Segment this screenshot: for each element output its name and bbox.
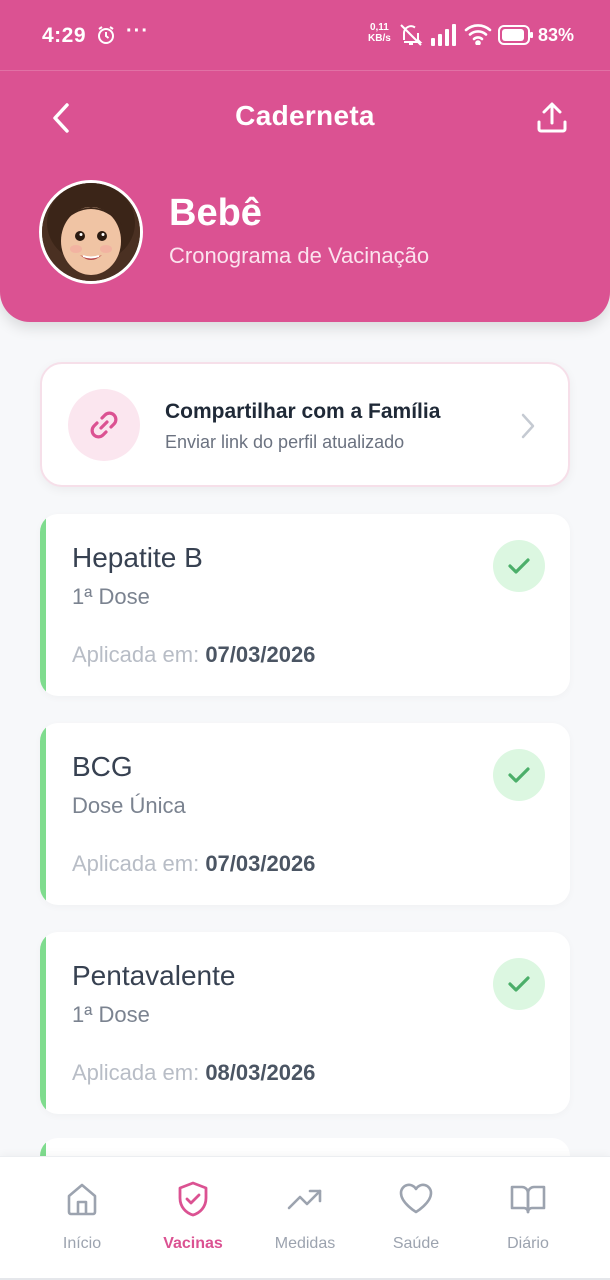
trending-up-icon (250, 1179, 360, 1219)
share-title: Compartilhar com a Família (165, 400, 441, 423)
nav-label: Medidas (274, 1235, 336, 1252)
vaccine-applied: Aplicada em: 08/03/2026 (72, 1060, 315, 1086)
nav-label: Saúde (392, 1235, 440, 1252)
nav-label: Vacinas (163, 1235, 223, 1252)
share-subtitle: Enviar link do perfil atualizado (165, 432, 405, 452)
check-icon (493, 958, 545, 1010)
vaccine-name: BCG (72, 751, 133, 782)
heart-icon (361, 1179, 471, 1219)
bottom-navigation: Início Vacinas Medidas Saúde Diário (0, 1156, 610, 1280)
check-icon (493, 749, 545, 801)
vaccine-card[interactable]: Pentavalente 1ª Dose Aplicada em: 08/03/… (40, 932, 570, 1114)
nav-item-vacinas[interactable]: Vacinas (138, 1179, 248, 1259)
header: 4:29 ··· 0,11 KB/s 83% Caderneta Bebê Cr… (0, 0, 610, 322)
battery-icon (498, 25, 534, 50)
vaccine-dose: 1ª Dose (72, 1002, 150, 1027)
avatar[interactable] (39, 180, 143, 284)
network-speed-value: 0,11 (369, 22, 389, 33)
status-bar-indicator (40, 514, 46, 696)
applied-date: 07/03/2026 (205, 851, 316, 876)
status-bar-indicator (40, 723, 46, 905)
network-speed: 0,11 KB/s (368, 22, 391, 44)
check-icon (493, 540, 545, 592)
applied-date: 07/03/2026 (205, 642, 316, 667)
book-icon (473, 1179, 583, 1219)
chevron-right-icon (521, 413, 535, 439)
share-button[interactable] (530, 98, 574, 138)
vaccine-name: Hepatite B (72, 542, 203, 573)
wifi-icon (464, 23, 492, 50)
upload-icon (537, 102, 567, 133)
profile-subtitle: Cronograma de Vacinação (169, 243, 430, 268)
home-icon (27, 1179, 137, 1219)
status-bar-indicator (40, 932, 46, 1114)
vaccine-card[interactable]: Hepatite B 1ª Dose Aplicada em: 07/03/20… (40, 514, 570, 696)
applied-label: Aplicada em: (72, 851, 200, 876)
vaccine-name: Pentavalente (72, 960, 236, 991)
baby-photo (42, 183, 140, 281)
nav-label: Diário (507, 1235, 549, 1252)
vaccine-card[interactable]: BCG Dose Única Aplicada em: 07/03/2026 (40, 723, 570, 905)
applied-label: Aplicada em: (72, 1060, 200, 1085)
status-bar: 4:29 ··· 0,11 KB/s 83% (0, 0, 610, 70)
applied-label: Aplicada em: (72, 642, 200, 667)
vaccine-applied: Aplicada em: 07/03/2026 (72, 851, 315, 877)
profile-name: Bebê (169, 192, 262, 234)
alarm-icon (96, 25, 116, 50)
nav-item-medidas[interactable]: Medidas (250, 1179, 360, 1259)
nav-label: Início (62, 1235, 102, 1252)
nav-item-inicio[interactable]: Início (27, 1179, 137, 1259)
mute-icon (398, 22, 424, 53)
link-icon (68, 389, 140, 461)
signal-icon (431, 24, 457, 51)
status-divider (0, 70, 610, 71)
vaccine-applied: Aplicada em: 07/03/2026 (72, 642, 315, 668)
vaccine-dose: 1ª Dose (72, 584, 150, 609)
status-time: 4:29 (42, 24, 87, 47)
shield-check-icon (138, 1179, 248, 1219)
nav-item-diario[interactable]: Diário (473, 1179, 583, 1259)
page-title: Caderneta (235, 100, 375, 131)
applied-date: 08/03/2026 (205, 1060, 316, 1085)
nav-item-saude[interactable]: Saúde (361, 1179, 471, 1259)
share-with-family-card[interactable]: Compartilhar com a Família Enviar link d… (40, 362, 570, 487)
more-notifications-icon: ··· (126, 20, 149, 42)
battery-percent: 83% (538, 25, 575, 45)
network-speed-unit: KB/s (368, 33, 391, 44)
vaccine-dose: Dose Única (72, 793, 186, 818)
